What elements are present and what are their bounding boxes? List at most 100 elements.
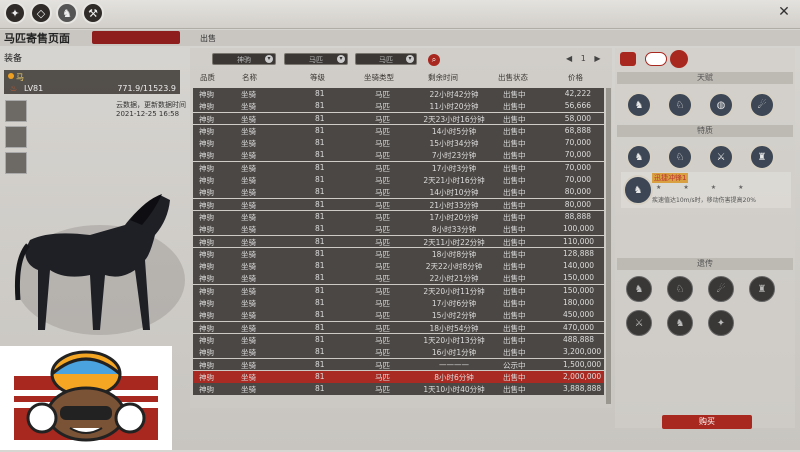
- table-row[interactable]: 神驹 坐骑 81 马匹 18小时54分钟 出售中 470,000: [193, 321, 604, 334]
- table-row[interactable]: 神驹 坐骑 81 马匹 15小时2分钟 出售中 450,000: [193, 309, 604, 322]
- table-header: 品质 名称 等级 坐骑类型 剩余时间 出售状态 价格: [192, 70, 610, 84]
- table-row[interactable]: 神驹 坐骑 81 马匹 18小时8分钟 出售中 128,888: [193, 247, 604, 260]
- cell-mount-type: 马匹: [375, 360, 390, 370]
- cell-quality: 神驹: [199, 262, 214, 272]
- cell-mount-type: 马匹: [375, 299, 390, 309]
- col-price[interactable]: 价格: [568, 72, 583, 83]
- cell-remaining-time: ————: [439, 359, 469, 369]
- title-tab-active[interactable]: [92, 31, 180, 44]
- table-row[interactable]: 神驹 坐骑 81 马匹 1天10小时40分钟 出售中 3,888,888: [193, 383, 604, 395]
- table-row[interactable]: 神驹 坐骑 81 马匹 8小时33分钟 出售中 100,000: [193, 223, 604, 236]
- table-row[interactable]: 神驹 坐骑 81 马匹 1天20小时13分钟 出售中 488,888: [193, 333, 604, 346]
- cell-mount-type: 马匹: [375, 372, 390, 382]
- table-row[interactable]: 神驹 坐骑 81 马匹 17小时3分钟 出售中 70,000: [193, 161, 604, 174]
- table-scrollbar[interactable]: [606, 88, 611, 404]
- table-row[interactable]: 神驹 坐骑 81 马匹 16小时1分钟 出售中 3,200,000: [193, 346, 604, 359]
- detail-tab-active[interactable]: [620, 52, 636, 66]
- gene-skill-icon[interactable]: ⚔: [626, 310, 652, 336]
- equip-slot-saddle[interactable]: [5, 100, 27, 122]
- table-row[interactable]: 神驹 坐骑 81 马匹 7小时23分钟 出售中 70,000: [193, 149, 604, 162]
- table-row[interactable]: 神驹 坐骑 81 马匹 2天22小时8分钟 出售中 140,000: [193, 260, 604, 272]
- talent-skill-icon[interactable]: ♞: [626, 92, 652, 118]
- prev-page-button[interactable]: ◀: [566, 54, 572, 63]
- horse-level: LV81: [24, 84, 44, 93]
- cell-level: 81: [315, 298, 325, 308]
- cell-price: 470,000: [563, 322, 595, 332]
- gene-skill-icon[interactable]: ♞: [626, 276, 652, 302]
- cell-sale-status: 出售中: [503, 212, 526, 222]
- cell-sale-status: 出售中: [503, 385, 526, 395]
- type-filter-dropdown[interactable]: 马匹 ▾: [284, 53, 348, 65]
- table-row[interactable]: 神驹 坐骑 81 马匹 21小时33分钟 出售中 80,000: [193, 198, 604, 211]
- cell-level: 81: [315, 101, 325, 111]
- table-row[interactable]: 神驹 坐骑 81 马匹 15小时34分钟 出售中 70,000: [193, 137, 604, 149]
- talent-skill-icon[interactable]: ◍: [708, 92, 734, 118]
- cell-level: 81: [315, 273, 325, 283]
- cell-name: 坐骑: [241, 139, 256, 149]
- col-remaining-time[interactable]: 剩余时间: [428, 72, 458, 83]
- trait-skill-icon[interactable]: ⚔: [708, 144, 734, 170]
- equip-slot-armor[interactable]: [5, 126, 27, 148]
- search-icon[interactable]: ⌕: [428, 54, 440, 66]
- cell-price: 150,000: [563, 273, 595, 283]
- medal-icon[interactable]: ✦: [4, 2, 26, 24]
- selected-trait-icon[interactable]: ♞: [623, 175, 653, 205]
- table-row[interactable]: 神驹 坐骑 81 马匹 14小时10分钟 出售中 80,000: [193, 186, 604, 199]
- chevron-down-icon: ▾: [406, 55, 414, 63]
- table-row[interactable]: 神驹 坐骑 81 马匹 22小时42分钟 出售中 42,222: [193, 88, 604, 100]
- table-row[interactable]: 神驹 坐骑 81 马匹 17小时6分钟 出售中 180,000: [193, 297, 604, 309]
- horse-image: [15, 194, 185, 335]
- gene-skill-icon[interactable]: ✦: [708, 310, 734, 336]
- cell-remaining-time: 15小时2分钟: [431, 311, 477, 321]
- table-row[interactable]: 神驹 坐骑 81 马匹 11小时20分钟 出售中 56,666: [193, 100, 604, 113]
- gene-skill-icon[interactable]: ♜: [749, 276, 775, 302]
- table-row[interactable]: 神驹 坐骑 81 马匹 14小时5分钟 出售中 68,888: [193, 124, 604, 137]
- col-sale-status[interactable]: 出售状态: [498, 72, 528, 83]
- emblem-icon[interactable]: [670, 50, 688, 68]
- tab-sale[interactable]: 出售: [200, 33, 216, 44]
- table-row[interactable]: 神驹 坐骑 81 马匹 17小时20分钟 出售中 88,888: [193, 210, 604, 223]
- map-icon[interactable]: ◇: [30, 2, 52, 24]
- cell-level: 81: [315, 162, 325, 172]
- cell-quality: 神驹: [199, 249, 214, 259]
- cell-level: 81: [315, 334, 325, 344]
- cell-remaining-time: 16小时1分钟: [431, 348, 477, 358]
- cell-remaining-time: 7小时23分钟: [431, 151, 477, 161]
- table-row[interactable]: 神驹 坐骑 81 马匹 8小时6分钟 出售中 2,000,000: [193, 370, 604, 383]
- trait-skill-icon[interactable]: ♞: [626, 144, 652, 170]
- cell-level: 81: [315, 310, 325, 320]
- next-page-button[interactable]: ▶: [594, 54, 600, 63]
- col-level[interactable]: 等级: [310, 72, 325, 83]
- quality-filter-dropdown[interactable]: 神驹 ▾: [212, 53, 276, 65]
- cell-name: 坐骑: [241, 151, 256, 161]
- table-row[interactable]: 神驹 坐骑 81 马匹 2天21小时16分钟 出售中 70,000: [193, 174, 604, 186]
- gene-skill-icon[interactable]: ♞: [667, 310, 693, 336]
- table-row[interactable]: 神驹 坐骑 81 马匹 2天11小时22分钟 出售中 110,000: [193, 235, 604, 248]
- table-row[interactable]: 神驹 坐骑 81 马匹 22小时21分钟 出售中 150,000: [193, 272, 604, 285]
- mount-filter-dropdown[interactable]: 马匹 ▾: [355, 53, 417, 65]
- cell-name: 坐骑: [241, 311, 256, 321]
- cell-quality: 神驹: [199, 360, 214, 370]
- close-icon[interactable]: ✕: [776, 4, 792, 20]
- horse-head-icon[interactable]: [645, 52, 667, 66]
- buy-button[interactable]: 购买: [662, 415, 752, 429]
- gene-skill-icon[interactable]: ☄: [708, 276, 734, 302]
- table-row[interactable]: 神驹 坐骑 81 马匹 2天20小时11分钟 出售中 150,000: [193, 284, 604, 297]
- talent-skill-icon[interactable]: ☄: [749, 92, 775, 118]
- trait-skill-icon[interactable]: ♜: [749, 144, 775, 170]
- table-row[interactable]: 神驹 坐骑 81 马匹 2天23小时16分钟 出售中 58,000: [193, 112, 604, 125]
- horse-xp: 771.9/11523.9: [117, 84, 176, 93]
- talent-skill-icon[interactable]: ♘: [667, 92, 693, 118]
- horse-icon[interactable]: ♞: [56, 2, 78, 24]
- col-quality[interactable]: 品质: [200, 72, 215, 83]
- chevron-down-icon: ▾: [265, 55, 273, 63]
- table-row[interactable]: 神驹 坐骑 81 马匹 ———— 公示中 1,500,000: [193, 358, 604, 371]
- col-mount-type[interactable]: 坐骑类型: [364, 72, 394, 83]
- col-name[interactable]: 名称: [242, 72, 257, 83]
- gene-skill-icon[interactable]: ♘: [667, 276, 693, 302]
- equip-slot-hoof[interactable]: [5, 152, 27, 174]
- cell-sale-status: 出售中: [503, 90, 526, 99]
- cell-mount-type: 马匹: [375, 163, 390, 173]
- trait-skill-icon[interactable]: ♘: [667, 144, 693, 170]
- hammer-icon[interactable]: ⚒: [82, 2, 104, 24]
